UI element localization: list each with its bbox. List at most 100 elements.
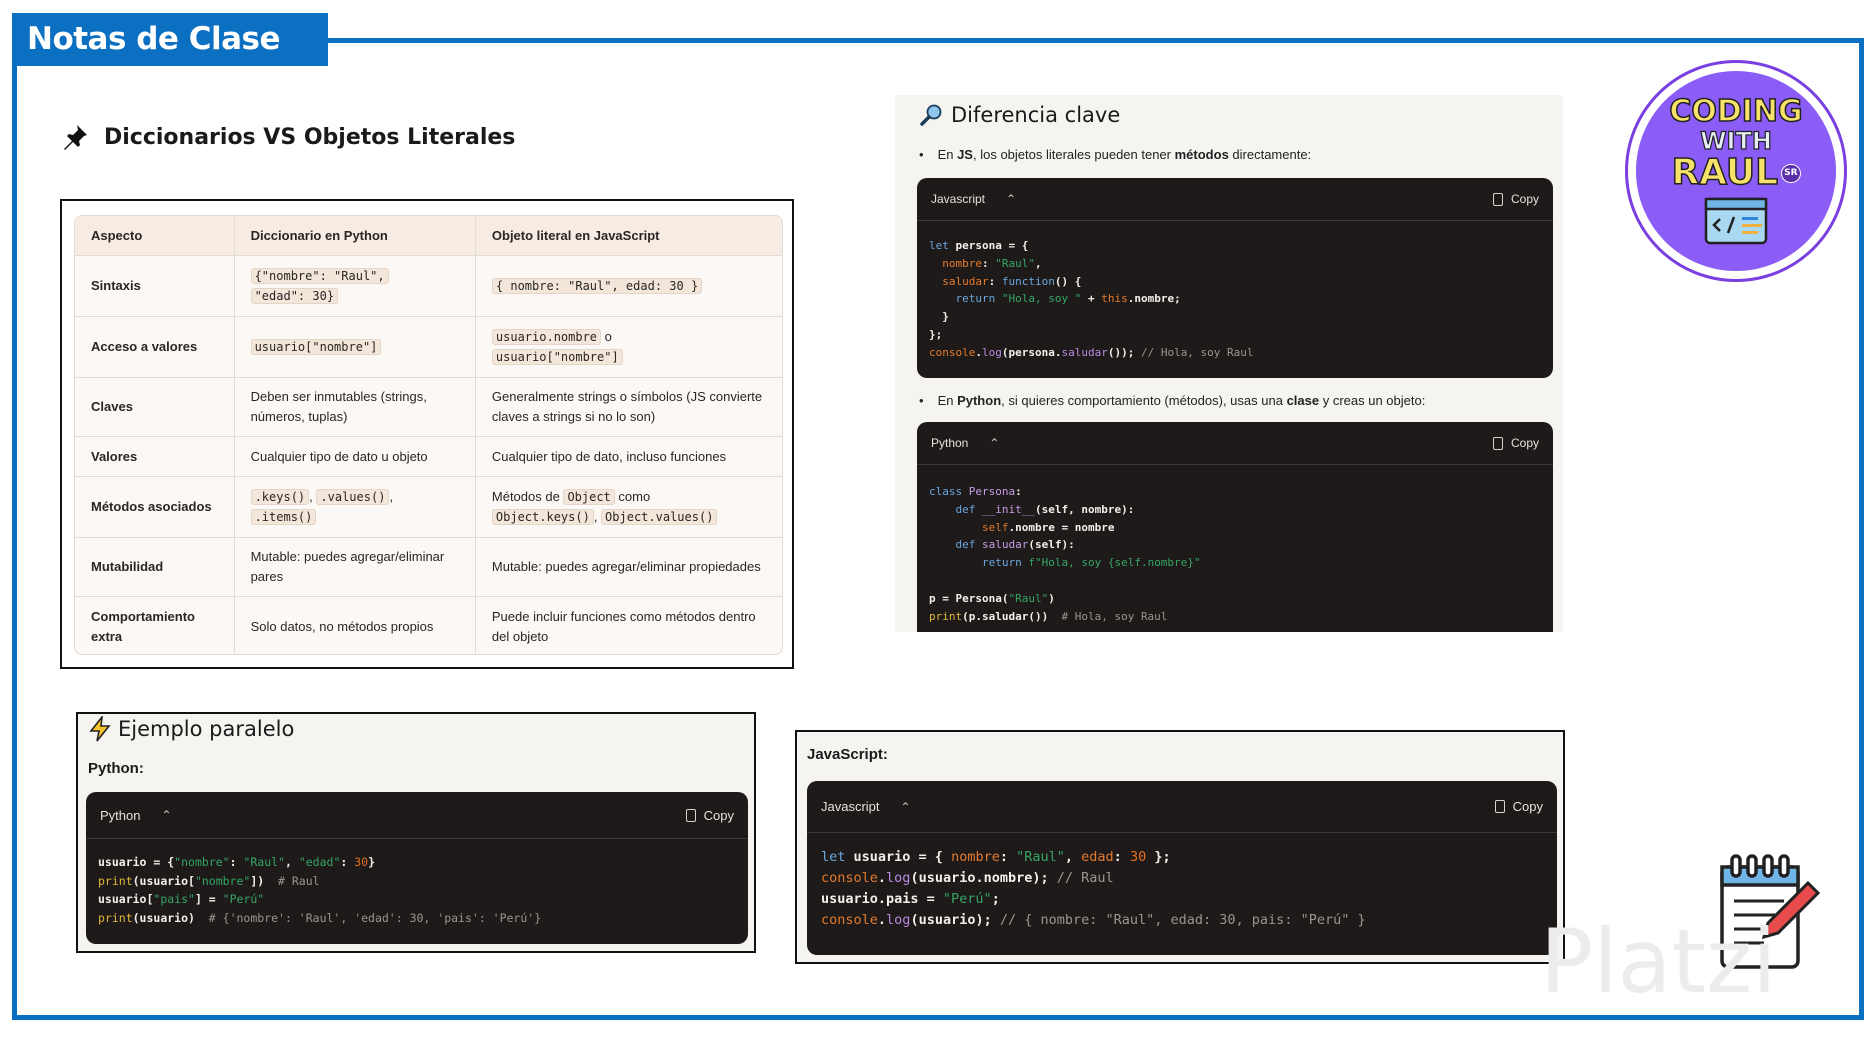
bullet-js: • En JS, los objetos literales pueden ten… (919, 147, 1312, 162)
platzi-watermark: Platzi (1540, 910, 1777, 1013)
code-token: ]) (250, 873, 279, 888)
code-token: (self, nombre): (1034, 502, 1135, 516)
table-cell: {"nombre": "Raul", "edad": 30} (233, 256, 475, 316)
column-header: Aspecto (91, 227, 143, 243)
code-line: print(usuario["nombre"]) # Raul (98, 872, 736, 891)
collapse-chevron-icon[interactable]: ⌃ (154, 800, 178, 830)
code-line: p = Persona("Raul") (929, 590, 1541, 608)
copy-button[interactable]: Copy (1494, 799, 1543, 814)
table-row: Valores Cualquier tipo de dato u objeto Cu… (75, 436, 782, 476)
code-content: usuario = {"nombre": "Raul", "edad": 30}… (86, 839, 748, 941)
inline-code: {"nombre": "Raul", (250, 268, 389, 284)
code-line: nombre: "Raul", (929, 255, 1541, 273)
code-line: console.log(usuario); // { nombre: "Raul… (821, 910, 1543, 931)
code-token: , (1064, 849, 1082, 865)
inline-code: { nombre: "Raul", edad: 30 } (491, 278, 703, 294)
javascript-panel: JavaScript: Javascript ⌃ Copy let usuario =… (795, 730, 1565, 964)
code-token: print (98, 873, 133, 888)
inline-code: usuario["nombre"] (491, 349, 623, 365)
copy-label: Copy (1512, 799, 1543, 814)
cell-content: { nombre: "Raul", edad: 30 } (491, 276, 766, 296)
code-line: def saludar(self): (929, 536, 1541, 554)
inline-code: .values() (316, 489, 390, 505)
table-row: Acceso a valores usuario["nombre"] usuario… (75, 316, 782, 377)
cell-content: Métodos asociados (91, 497, 218, 517)
page-title: Notas de Clase (12, 13, 328, 66)
collapse-chevron-icon[interactable]: ⌃ (894, 792, 918, 822)
code-token: (persona. (1001, 345, 1062, 359)
code-token: 30 (1129, 849, 1147, 865)
inline-code: .keys() (250, 489, 310, 505)
bullet-python: • En Python, si quieres comportamiento (m… (919, 393, 1426, 408)
table-row: Mutabilidad Mutable: puedes agregar/elimi… (75, 537, 782, 596)
code-token: . (877, 870, 887, 886)
code-line: usuario = {"nombre": "Raul", "edad": 30} (98, 853, 736, 872)
frame-top (328, 38, 1864, 43)
code-token: } (368, 855, 376, 869)
code-line: saludar: function() { (929, 273, 1541, 291)
code-token: saludar (982, 538, 1029, 552)
copy-button[interactable]: Copy (1492, 192, 1539, 206)
code-header: Python ⌃ Copy (86, 792, 748, 839)
copy-button[interactable]: Copy (685, 808, 734, 823)
table-cell: Deben ser inmutables (strings, números, … (233, 378, 475, 436)
code-line: def __init__(self, nombre): (929, 501, 1541, 519)
code-token: p = Persona( (929, 591, 1009, 605)
cell-content: Mutable: puedes agregar/eliminar pares (251, 547, 459, 587)
code-token: (usuario[ (132, 873, 195, 888)
bullet-segment: En (937, 147, 958, 162)
cell-text: Mutabilidad (91, 559, 164, 574)
cell-content: Deben ser inmutables (strings, números, … (251, 387, 459, 427)
code-token: }; (929, 327, 943, 341)
code-line: class Persona: (929, 483, 1541, 501)
cell-text: Cualquier tipo de dato, incluso funcione… (491, 448, 727, 464)
bullet-segment: , si quieres comportamiento (métodos), u… (1001, 393, 1287, 408)
cell-text: Acceso a valores (91, 339, 198, 354)
cell-content: usuario["nombre"] (250, 337, 459, 357)
language-label: Python (100, 807, 141, 823)
code-token: Persona (968, 485, 1016, 498)
code-line: print(p.saludar()) # Hola, soy Raul (929, 608, 1541, 626)
code-token: function (1001, 274, 1055, 288)
code-token: .nombre; (1127, 292, 1181, 306)
code-line: return "Hola, soy " + this.nombre; (929, 290, 1541, 308)
code-token: // Hola, soy Raul (1140, 345, 1254, 359)
cell-text: , (389, 489, 394, 504)
collapse-chevron-icon[interactable]: ⌃ (982, 428, 1006, 458)
cell-text: Claves (91, 399, 133, 414)
code-token: saludar (1061, 345, 1108, 359)
table-cell: Valores (75, 437, 234, 476)
cell-text: Generalmente strings o símbolos (JS conv… (491, 389, 763, 424)
collapse-chevron-icon[interactable]: ⌃ (999, 184, 1023, 214)
code-line: let persona = { (929, 237, 1541, 255)
language-label: Python (931, 436, 969, 450)
cell-text: Deben ser inmutables (strings, números, … (250, 389, 427, 424)
cell-content: Generalmente strings o símbolos (JS conv… (492, 387, 766, 427)
code-token: class (929, 485, 963, 498)
copy-button[interactable]: Copy (1492, 436, 1539, 450)
cell-content: {"nombre": "Raul", "edad": 30} (250, 266, 459, 306)
code-token: print (98, 910, 133, 925)
cell-content: Acceso a valores (91, 337, 218, 357)
code-token: // { nombre: "Raul", edad: 30, pais: "Pe… (999, 912, 1366, 928)
code-token: print (929, 609, 963, 623)
bullet-segment: Python (957, 393, 1002, 408)
code-token: usuario = { (98, 855, 175, 869)
table-cell: Cualquier tipo de dato u objeto (233, 437, 475, 476)
cell-content: Cualquier tipo de dato, incluso funcione… (492, 447, 766, 467)
code-token: __init__ (982, 502, 1035, 516)
magnifier-icon (920, 104, 942, 126)
table-cell: Generalmente strings o símbolos (JS conv… (474, 378, 782, 436)
comparison-table-box: Aspecto Diccionario en Python Objeto liter… (60, 199, 794, 669)
code-content: let usuario = { nombre: "Raul", edad: 30… (807, 833, 1557, 945)
cell-content: .keys(), .values(), .items() (250, 487, 459, 527)
cell-text: Mutable: puedes agregar/eliminar pares (250, 549, 445, 584)
code-token: usuario.pais = (821, 891, 943, 907)
code-token: let (929, 239, 949, 252)
copy-icon (1492, 436, 1503, 450)
